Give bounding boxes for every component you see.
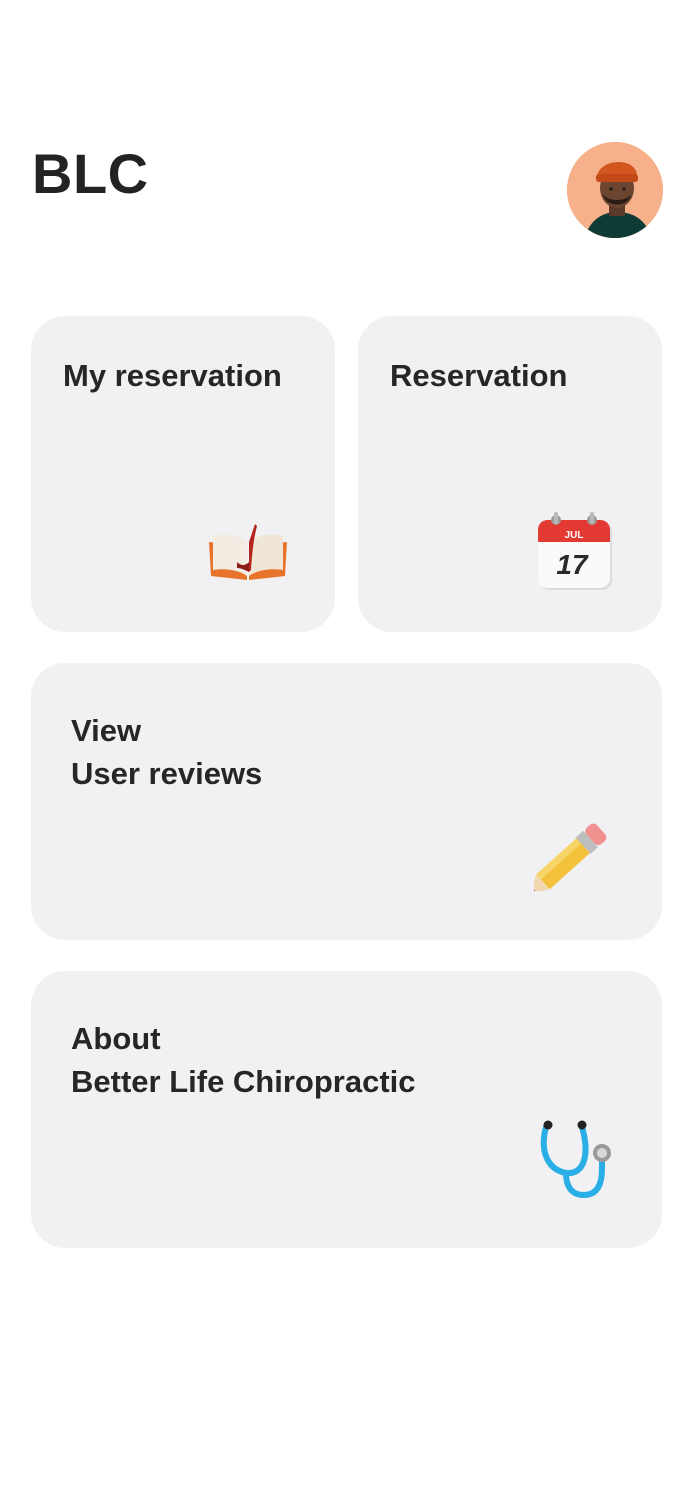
- reservation-card[interactable]: Reservation JUL 17: [358, 316, 662, 632]
- about-card[interactable]: About Better Life Chiropractic: [31, 971, 662, 1248]
- avatar[interactable]: [567, 142, 663, 238]
- stethoscope-icon: [536, 1119, 616, 1206]
- app-header: BLC: [0, 0, 693, 260]
- about-label: About Better Life Chiropractic: [71, 1021, 416, 1100]
- pencil-icon: [529, 815, 616, 896]
- calendar-icon: JUL 17: [536, 512, 616, 599]
- user-reviews-card[interactable]: View User reviews: [31, 663, 662, 940]
- user-avatar-icon: [567, 142, 663, 238]
- app-title: BLC: [32, 142, 149, 205]
- calendar-day: 17: [556, 549, 589, 580]
- user-reviews-label: View User reviews: [71, 713, 263, 792]
- my-reservation-label: My reservation: [63, 358, 282, 393]
- reservation-label: Reservation: [390, 358, 568, 393]
- my-reservation-card[interactable]: My reservation: [31, 316, 335, 632]
- bottom-safe-area: [0, 1400, 693, 1500]
- open-book-icon: [207, 522, 289, 587]
- calendar-month: JUL: [565, 530, 584, 541]
